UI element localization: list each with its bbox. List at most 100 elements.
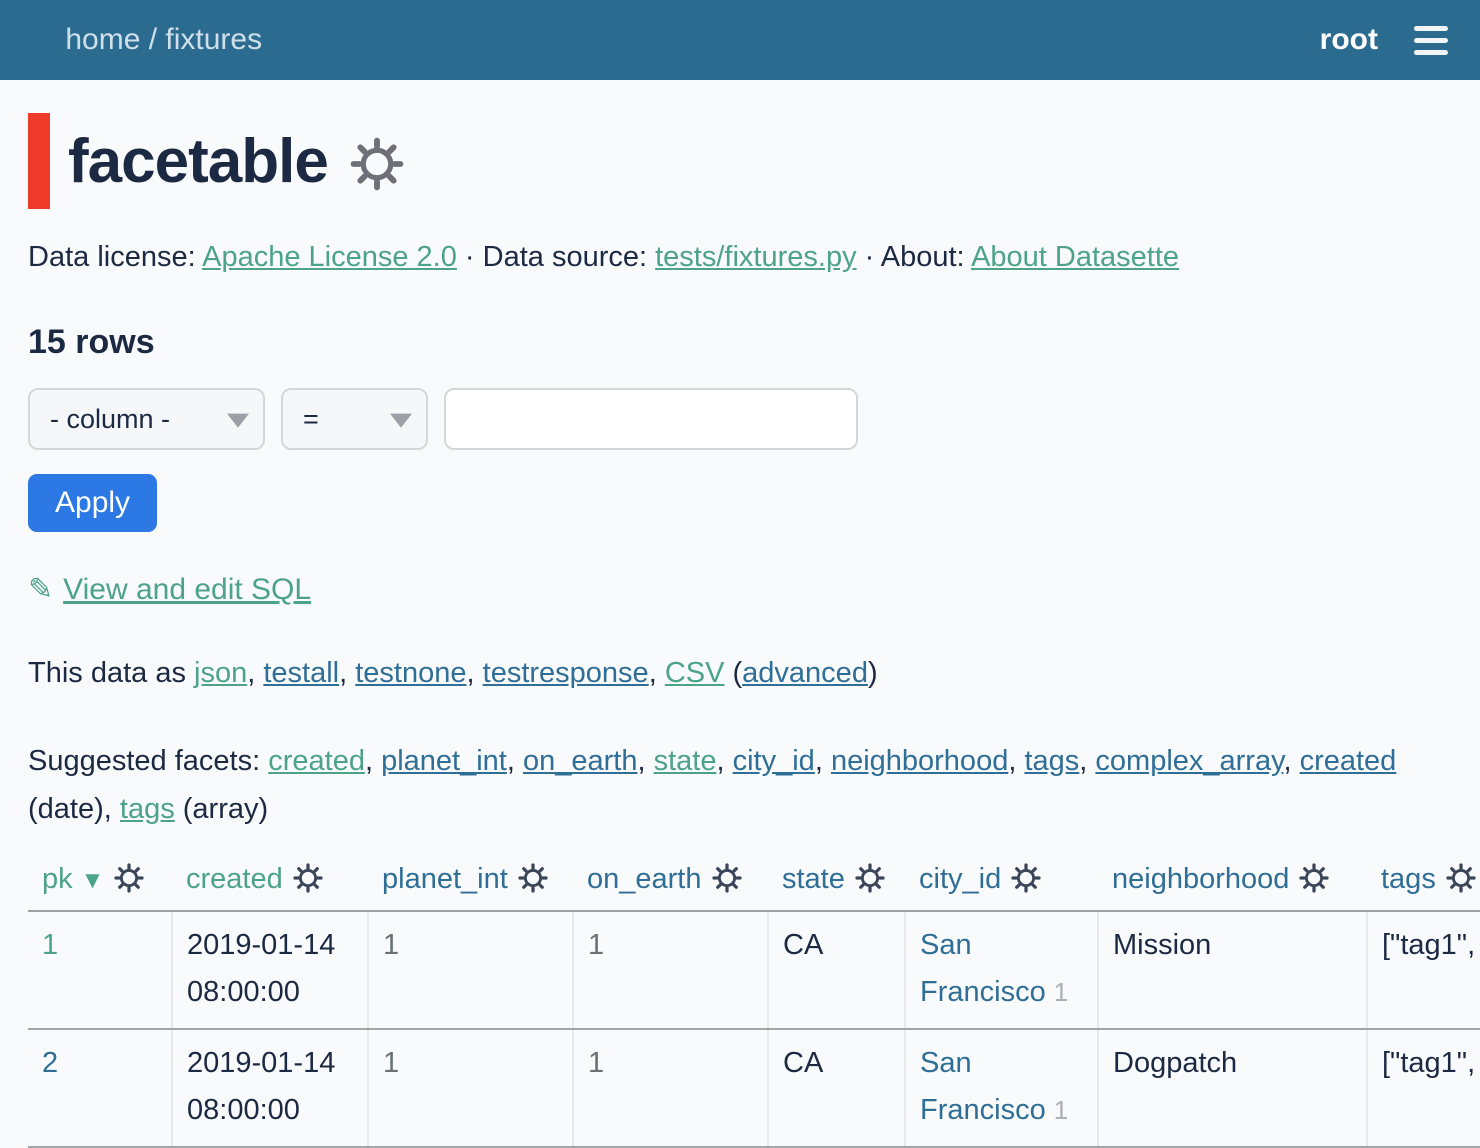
filter-form: - column - = (28, 388, 1452, 450)
facet-link-tags[interactable]: tags (1024, 745, 1079, 777)
table-row: 2 2019-01-14 08:00:00 1 1 CA San Francis… (28, 1029, 1480, 1147)
column-cog-icon[interactable] (855, 863, 885, 893)
column-cog-icon[interactable] (1011, 863, 1041, 893)
column-select-wrapper: - column - (28, 388, 265, 450)
column-cog-icon[interactable] (712, 863, 742, 893)
sort-link-created[interactable]: created (186, 863, 283, 895)
column-cog-icon[interactable] (1446, 863, 1476, 893)
cell-state: CA (768, 1029, 905, 1147)
cell-on-earth: 1 (573, 1029, 768, 1147)
sort-link-neighborhood[interactable]: neighborhood (1112, 863, 1289, 895)
facet-link-planet-int[interactable]: planet_int (381, 745, 507, 777)
main-content: facetable Data license: Apache License 2… (0, 113, 1480, 833)
column-header-state: state (768, 855, 905, 911)
cell-city-id: San Francisco 1 (905, 911, 1098, 1029)
breadcrumb-home-link[interactable]: home (65, 23, 140, 56)
sort-link-pk[interactable]: pk (42, 863, 73, 895)
table-header-row: pk ▼ created planet_int on_earth state ci… (28, 855, 1480, 911)
facet-link-created[interactable]: created (268, 745, 365, 777)
facet-suffix: (array) (175, 793, 268, 825)
sort-desc-icon: ▼ (81, 867, 105, 894)
about-label: About: (881, 241, 971, 273)
column-cog-icon[interactable] (1299, 863, 1329, 893)
export-link-testresponse[interactable]: testresponse (483, 657, 649, 689)
export-link-json[interactable]: json (194, 657, 247, 689)
facet-link-created-date[interactable]: created (1300, 745, 1397, 777)
cell-pk: 1 (28, 911, 172, 1029)
sort-link-planet-int[interactable]: planet_int (382, 863, 508, 895)
cell-neighborhood: Mission (1098, 911, 1367, 1029)
hamburger-menu-button[interactable] (1414, 22, 1448, 59)
export-link-testall[interactable]: testall (263, 657, 339, 689)
apply-button[interactable]: Apply (28, 474, 157, 532)
about-link[interactable]: About Datasette (971, 241, 1179, 273)
row-pk-link[interactable]: 2 (42, 1047, 58, 1079)
column-header-planet-int: planet_int (368, 855, 573, 911)
source-link[interactable]: tests/fixtures.py (655, 241, 856, 273)
column-header-city-id: city_id (905, 855, 1098, 911)
facets-prefix: Suggested facets: (28, 745, 268, 777)
column-cog-icon[interactable] (518, 863, 548, 893)
cell-city-id: San Francisco1 (905, 1029, 1098, 1147)
sort-link-tags[interactable]: tags (1381, 863, 1436, 895)
top-nav-right: root (1320, 22, 1448, 59)
pencil-icon: ✎ (28, 573, 53, 606)
export-line: This data as json, testall, testnone, te… (28, 651, 1452, 695)
operator-select-wrapper: = (281, 388, 428, 450)
cell-planet-int: 1 (368, 1029, 573, 1147)
sort-link-city-id[interactable]: city_id (919, 863, 1001, 895)
facet-link-city-id[interactable]: city_id (733, 745, 815, 777)
facet-link-state[interactable]: state (654, 745, 717, 777)
breadcrumb: home / fixtures (32, 0, 262, 91)
user-menu-link[interactable]: root (1320, 23, 1378, 57)
city-link[interactable]: San Francisco (920, 1047, 1046, 1126)
page-title-row: facetable (28, 113, 1452, 209)
filter-operator-select[interactable]: = (281, 388, 428, 450)
sort-link-state[interactable]: state (782, 863, 845, 895)
cell-neighborhood: Dogpatch (1098, 1029, 1367, 1147)
row-count: 15 rows (28, 323, 1452, 362)
cell-created: 2019-01-14 08:00:00 (172, 911, 368, 1029)
sort-link-on-earth[interactable]: on_earth (587, 863, 702, 895)
title-accent-bar (28, 113, 50, 209)
city-link[interactable]: San Francisco (920, 929, 1046, 1008)
cell-tags: ["tag1", "tag3"] (1367, 1029, 1480, 1147)
facet-link-on-earth[interactable]: on_earth (523, 745, 638, 777)
metadata-separator: · (457, 241, 483, 273)
hamburger-icon (1414, 26, 1448, 31)
row-pk-link[interactable]: 1 (42, 929, 58, 961)
license-label: Data license: (28, 241, 202, 273)
top-nav: home / fixtures root (0, 0, 1480, 80)
export-link-csv[interactable]: CSV (665, 657, 725, 689)
column-header-tags: tags (1367, 855, 1480, 911)
export-link-advanced[interactable]: advanced (742, 657, 868, 689)
breadcrumb-separator: / (140, 23, 165, 56)
city-id-badge: 1 (1054, 977, 1068, 1007)
column-cog-icon[interactable] (293, 863, 323, 893)
breadcrumb-db-link[interactable]: fixtures (165, 23, 262, 56)
cell-planet-int: 1 (368, 911, 573, 1029)
source-label: Data source: (483, 241, 655, 273)
table-cog-icon[interactable] (350, 137, 404, 191)
facet-link-tags-array[interactable]: tags (120, 793, 175, 825)
column-header-on-earth: on_earth (573, 855, 768, 911)
column-header-created: created (172, 855, 368, 911)
view-edit-sql-link[interactable]: View and edit SQL (63, 573, 311, 606)
cell-state: CA (768, 911, 905, 1029)
metadata-line: Data license: Apache License 2.0 · Data … (28, 235, 1452, 279)
column-cog-icon[interactable] (114, 863, 144, 893)
cell-created: 2019-01-14 08:00:00 (172, 1029, 368, 1147)
table-viewport: pk ▼ created planet_int on_earth state ci… (0, 855, 1480, 1148)
filter-value-input[interactable] (444, 388, 858, 450)
column-header-pk: pk ▼ (28, 855, 172, 911)
facet-link-neighborhood[interactable]: neighborhood (831, 745, 1008, 777)
license-link[interactable]: Apache License 2.0 (202, 241, 457, 273)
export-prefix: This data as (28, 657, 194, 689)
filter-column-select[interactable]: - column - (28, 388, 265, 450)
column-header-neighborhood: neighborhood (1098, 855, 1367, 911)
cell-pk: 2 (28, 1029, 172, 1147)
table-row: 1 2019-01-14 08:00:00 1 1 CA San Francis… (28, 911, 1480, 1029)
facet-link-complex-array[interactable]: complex_array (1095, 745, 1283, 777)
export-link-testnone[interactable]: testnone (355, 657, 466, 689)
data-table: pk ▼ created planet_int on_earth state ci… (28, 855, 1480, 1148)
